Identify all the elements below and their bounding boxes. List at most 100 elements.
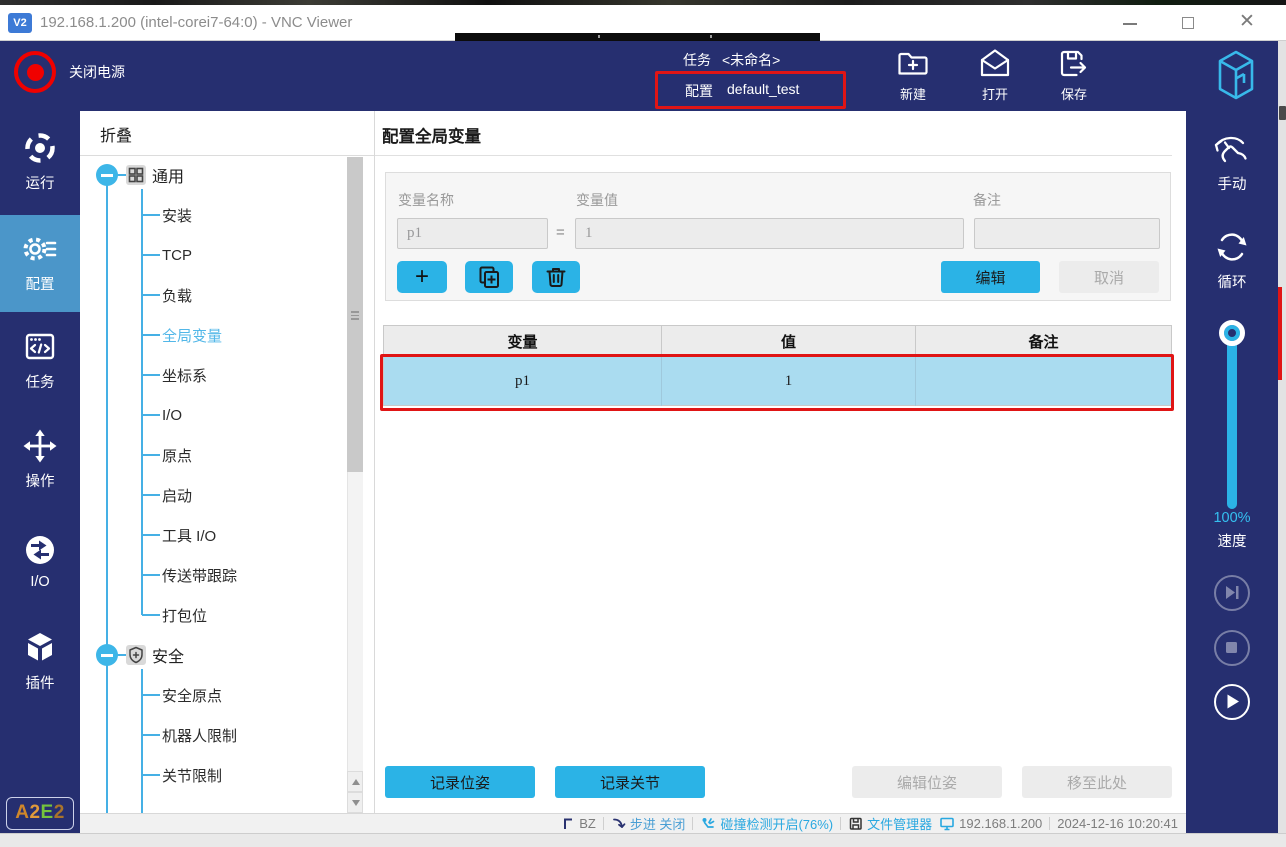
variable-name-input[interactable] — [397, 218, 548, 249]
tree-connector-line — [142, 534, 160, 536]
tree-item-origin[interactable]: 原点 — [142, 440, 192, 470]
skip-next-button[interactable] — [1214, 575, 1250, 611]
loop-icon — [1214, 229, 1250, 265]
screen-right-edge — [1278, 41, 1286, 833]
tree-item-safety-origin[interactable]: 安全原点 — [142, 680, 222, 710]
tree-item-tool-io[interactable]: 工具 I/O — [142, 520, 216, 550]
maximize-button[interactable] — [1173, 5, 1203, 41]
config-status: 配置 default_test — [685, 81, 799, 101]
stop-button[interactable] — [1214, 630, 1250, 666]
datetime-status: 2024-12-16 10:20:41 — [1057, 816, 1178, 831]
sidebar-item-task[interactable]: 任务 — [0, 329, 80, 392]
variable-value-label: 变量值 — [576, 190, 618, 210]
tree-item-payload[interactable]: 负载 — [142, 280, 192, 310]
open-button[interactable]: 打开 — [963, 46, 1027, 103]
sidebar-item-plugin[interactable]: 插件 — [0, 630, 80, 693]
folder-plus-icon — [895, 46, 931, 82]
collapse-minus-icon[interactable] — [96, 164, 118, 186]
column-header-remark: 备注 — [916, 326, 1172, 357]
cancel-button[interactable]: 取消 — [1059, 261, 1159, 293]
power-label: 关闭电源 — [69, 62, 125, 82]
tree-item-coordinate-system[interactable]: 坐标系 — [142, 360, 207, 390]
save-button[interactable]: 保存 — [1042, 46, 1106, 103]
remark-input[interactable] — [974, 218, 1160, 249]
play-icon — [1216, 686, 1247, 717]
step-arrow-icon — [611, 816, 626, 831]
tree-item-tcp[interactable]: TCP — [142, 240, 192, 270]
separator — [603, 817, 604, 830]
vnc-tab-tick — [710, 35, 712, 38]
stop-icon — [1216, 632, 1247, 663]
add-variable-button[interactable]: + — [397, 261, 447, 293]
tree-connector-line — [142, 254, 160, 256]
sidebar-item-operate[interactable]: 操作 — [0, 428, 80, 491]
edit-pose-button[interactable]: 编辑位姿 — [852, 766, 1002, 798]
skip-next-icon — [1216, 577, 1247, 608]
badge-letter: A — [15, 802, 29, 823]
sidebar-item-label: I/O — [0, 574, 80, 590]
divider — [80, 155, 375, 156]
variable-form-panel: 变量名称 变量值 备注 = + 编辑 取 — [385, 172, 1171, 301]
column-header-variable: 变量 — [384, 326, 662, 357]
copy-variable-button[interactable] — [465, 261, 513, 293]
vnc-toolbar-tab[interactable] — [455, 33, 820, 41]
close-button[interactable]: ✕ — [1232, 5, 1262, 41]
plus-icon: + — [415, 265, 429, 289]
tree-item-io[interactable]: I/O — [142, 400, 182, 430]
sidebar-item-run[interactable]: 运行 — [0, 130, 80, 193]
collapse-minus-icon[interactable] — [96, 644, 118, 666]
move-here-button[interactable]: 移至此处 — [1022, 766, 1172, 798]
speed-slider-track[interactable] — [1227, 329, 1237, 509]
collapse-all-button[interactable]: 折叠 — [100, 122, 132, 146]
divider — [375, 155, 1172, 156]
tree-group-safety[interactable]: 安全 — [80, 639, 340, 671]
tree-connector-line — [142, 294, 160, 296]
task-value: <未命名> — [722, 50, 780, 70]
tree-connector-line — [142, 454, 160, 456]
monitor-icon — [939, 816, 955, 831]
sidebar-item-io[interactable]: I/O — [0, 532, 80, 590]
minimize-button[interactable] — [1115, 5, 1145, 41]
tree-item-global-variables[interactable]: 全局变量 — [142, 320, 222, 350]
step-mode-toggle[interactable]: 步进 关闭 — [611, 814, 686, 833]
tree-item-install[interactable]: 安装 — [142, 200, 192, 230]
tree-item-clipped[interactable] — [142, 800, 162, 813]
a2e2-badge[interactable]: A2E2 — [6, 797, 74, 830]
chevron-down-icon — [352, 800, 360, 806]
scroll-up-button[interactable] — [347, 771, 363, 792]
edit-button[interactable]: 编辑 — [941, 261, 1040, 293]
sidebar-item-config[interactable]: 配置 — [0, 215, 80, 312]
power-off-button[interactable]: 关闭电源 — [14, 51, 125, 93]
variable-value-input[interactable] — [575, 218, 964, 249]
tree-item-conveyor-tracking[interactable]: 传送带跟踪 — [142, 560, 237, 590]
annotation-red-bar — [1278, 287, 1282, 380]
tree-item-startup[interactable]: 启动 — [142, 480, 192, 510]
collision-detection-status[interactable]: 碰撞检测开启(76%) — [700, 814, 833, 833]
task-status: 任务 <未命名> — [683, 50, 780, 70]
save-icon — [1056, 46, 1092, 82]
speed-slider-thumb[interactable] — [1219, 320, 1245, 346]
manual-mode-button[interactable] — [1186, 133, 1278, 167]
tree-item-packing-position[interactable]: 打包位 — [142, 600, 207, 630]
loop-mode-button[interactable] — [1186, 229, 1278, 265]
speed-label: 速度 — [1186, 530, 1278, 551]
tree-item-robot-limits[interactable]: 机器人限制 — [142, 720, 237, 750]
open-label: 打开 — [963, 84, 1027, 103]
tree-scrollbar-thumb[interactable] — [347, 157, 363, 472]
table-row-selected[interactable]: p1 1 — [384, 357, 1172, 406]
tree-connector-line — [142, 614, 160, 616]
plugin-cube-icon — [22, 630, 58, 666]
record-joint-button[interactable]: 记录关节 — [555, 766, 705, 798]
new-button[interactable]: 新建 — [881, 46, 945, 103]
file-manager-button[interactable]: 文件管理器 — [848, 814, 932, 833]
tree-group-general[interactable]: 通用 — [80, 159, 340, 191]
loop-mode-label: 循环 — [1186, 271, 1278, 292]
delete-variable-button[interactable] — [532, 261, 580, 293]
tree-item-joint-limits[interactable]: 关节限制 — [142, 760, 222, 790]
sidebar-item-label: 操作 — [0, 470, 80, 491]
scroll-down-button[interactable] — [347, 792, 363, 813]
record-pose-button[interactable]: 记录位姿 — [385, 766, 535, 798]
play-button[interactable] — [1214, 684, 1250, 720]
trash-icon — [543, 264, 569, 290]
sidebar-item-label: 运行 — [0, 172, 80, 193]
